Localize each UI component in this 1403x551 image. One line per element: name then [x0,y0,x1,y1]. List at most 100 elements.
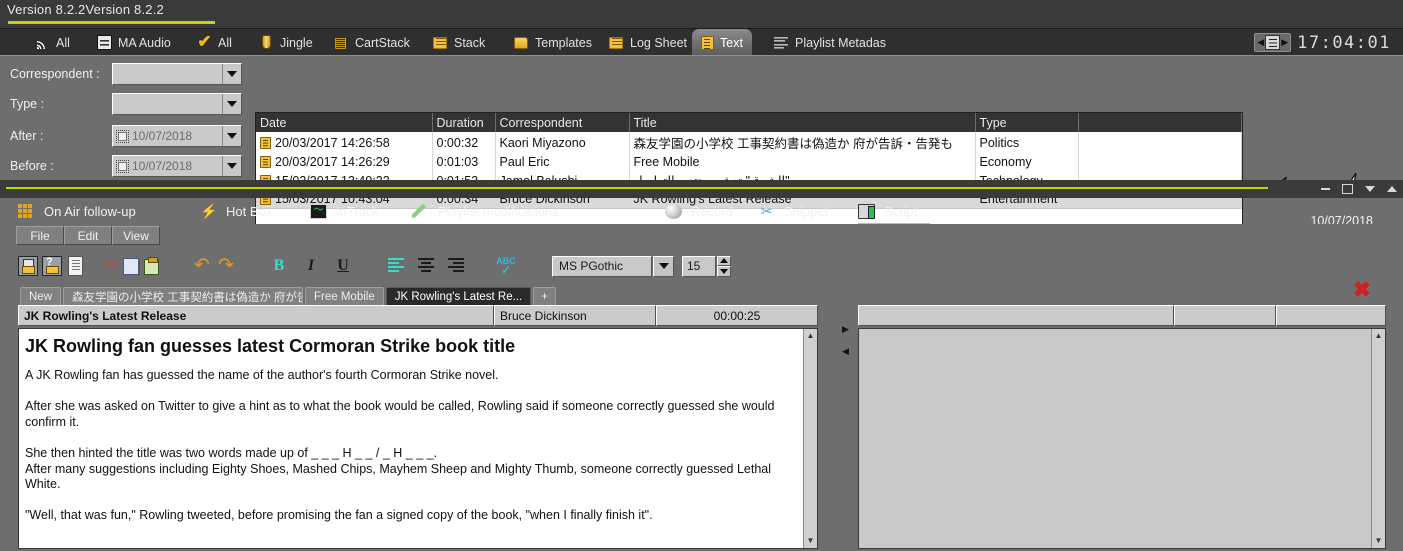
module-tab-on-air-follow-up[interactable]: On Air follow-up [18,198,136,224]
doc-tab-new[interactable]: New [20,287,62,305]
nav-tab-all-rss[interactable]: All [26,29,79,56]
page-switcher[interactable]: ◀ ▶ [1254,33,1292,52]
doc-tab-japanese-article[interactable]: 森友学園の小学校 工事契約書は偽造か 府が告... [63,287,304,305]
document-icon [260,136,271,149]
chevron-down-icon[interactable] [222,94,241,114]
close-icon[interactable]: ✖ [1351,279,1373,302]
document-body[interactable]: JK Rowling fan guesses latest Cormoran S… [18,328,818,549]
scroll-down-icon[interactable]: ▼ [807,534,815,548]
copy-icon[interactable] [123,257,140,275]
module-tab-snippet[interactable]: ✂ Snippet [758,198,828,224]
column-header-title[interactable]: Title [629,113,976,132]
nav-tab-log-sheet[interactable]: Log Sheet [600,29,696,56]
module-tab-record[interactable]: Record [665,198,733,224]
document-vertical-scrollbar[interactable]: ▲ ▼ [803,329,817,548]
doc-tab-add-new-icon[interactable]: + [533,287,556,305]
cell-type: Politics [975,132,1079,153]
doc-tab-free-mobile[interactable]: Free Mobile [305,287,384,305]
italic-icon[interactable]: I [301,256,321,276]
nav-tab-text[interactable]: Text [692,29,752,56]
cut-icon[interactable]: ✂ [102,256,122,276]
before-date-checkbox[interactable] [116,159,129,173]
nav-tab-playlist-metadas[interactable]: Playlist Metadas [765,29,895,56]
spellcheck-icon[interactable]: ABC ✓ [496,256,516,276]
splitter-expand-right-icon[interactable]: ▶ [842,325,849,334]
nav-tab-all-check[interactable]: ✔ All [188,29,241,56]
document-right-correspondent-field[interactable] [1174,305,1276,326]
font-size-decrease-icon[interactable] [717,266,731,277]
nav-tab-jingle[interactable]: Jingle [250,29,322,56]
nav-tab-ma-audio[interactable]: MA Audio [88,29,180,56]
module-tab-label: Playlist modifications [438,203,559,219]
font-family-select[interactable]: MS PGothic [552,255,652,277]
scroll-down-icon[interactable]: ▼ [1375,534,1383,548]
module-tab-playlist-modifications[interactable]: Playlist modifications [412,198,559,224]
table-row[interactable]: 20/03/2017 14:26:58 0:00:32 Kaori Miyazo… [256,132,1242,153]
document-right-body[interactable]: ▲ ▼ [858,328,1386,549]
after-date-checkbox[interactable] [116,129,129,143]
chevron-down-icon[interactable] [222,156,241,176]
font-family-chevron-down-icon[interactable] [653,255,674,277]
document-duration-field[interactable]: 00:00:25 [656,305,818,326]
menu-file[interactable]: File [16,226,64,245]
table-header-row: Date Duration Correspondent Title Type [256,113,1242,132]
menu-edit[interactable]: Edit [64,226,112,245]
scroll-up-icon[interactable]: ▲ [1375,329,1383,343]
chevron-down-icon[interactable] [222,126,241,146]
splitter-expand-left-icon[interactable]: ◀ [842,347,849,356]
paste-icon[interactable] [144,256,159,275]
save-icon[interactable] [18,256,38,276]
document-right-scrollbar[interactable]: ▲ ▼ [1371,329,1385,548]
column-header-type[interactable]: Type [975,113,1079,132]
column-header-correspondent[interactable]: Correspondent [495,113,630,132]
document-right-title-field[interactable] [858,305,1174,326]
document-right-text-area[interactable] [859,329,1371,548]
document-right-duration-field[interactable] [1276,305,1386,326]
splitter-band[interactable] [0,180,1403,198]
save-as-icon[interactable] [42,256,62,276]
type-filter-combo[interactable] [112,93,242,115]
bold-icon[interactable]: B [269,256,289,276]
nav-tab-templates[interactable]: Templates [505,29,601,56]
redo-icon[interactable]: ↶ [216,255,236,276]
underline-icon[interactable]: U [333,256,353,276]
column-header-duration[interactable]: Duration [432,113,496,132]
table-row[interactable]: 20/03/2017 14:26:29 0:01:03 Paul Eric Fr… [256,153,1242,172]
correspondent-filter-combo[interactable] [112,63,242,85]
maximize-icon[interactable] [1342,184,1353,194]
collapse-down-icon[interactable] [1365,186,1375,192]
undo-icon[interactable]: ↶ [192,256,212,276]
column-header-empty[interactable] [1078,113,1242,132]
module-tab-script[interactable]: Script [858,198,930,226]
new-document-icon[interactable] [68,256,83,276]
page-prev-icon[interactable]: ◀ [1257,38,1264,47]
align-right-icon[interactable] [448,256,468,276]
expand-up-icon[interactable] [1387,186,1397,192]
page-next-icon[interactable]: ▶ [1281,38,1288,47]
align-left-icon[interactable] [388,256,408,276]
pane-splitter[interactable]: ▶ ◀ [840,305,854,549]
font-size-increase-icon[interactable] [717,255,731,266]
nav-tab-stack[interactable]: Stack [424,29,494,56]
align-center-icon[interactable] [418,256,438,276]
article-paragraph: A JK Rowling fan has guessed the name of… [25,368,499,382]
minimize-icon[interactable] [1321,188,1330,190]
font-size-stepper[interactable] [717,255,731,277]
mixer-icon [97,35,112,50]
font-size-input[interactable]: 15 [682,255,716,277]
page-list-icon[interactable] [1265,35,1281,50]
nav-tab-cartstack[interactable]: ▤ CartStack [325,29,419,56]
splitter-accent-line [6,187,1268,189]
after-date-picker[interactable]: 10/07/2018 [112,125,242,147]
menu-view[interactable]: View [112,226,160,245]
column-header-date[interactable]: Date [256,113,433,132]
scroll-up-icon[interactable]: ▲ [807,329,815,343]
document-correspondent-field[interactable]: Bruce Dickinson [494,305,656,326]
doc-tab-jk-rowling[interactable]: JK Rowling's Latest Re... [385,287,532,305]
module-tab-hot-box[interactable]: ⚡ Hot Box [200,198,272,224]
document-title-field[interactable]: JK Rowling's Latest Release [18,305,494,326]
document-text-area[interactable]: JK Rowling fan guesses latest Cormoran S… [19,329,803,548]
chevron-down-icon[interactable] [222,64,241,84]
before-date-picker[interactable]: 10/07/2018 [112,155,242,177]
module-tab-intrack[interactable]: 〜 InTrack [310,198,379,224]
